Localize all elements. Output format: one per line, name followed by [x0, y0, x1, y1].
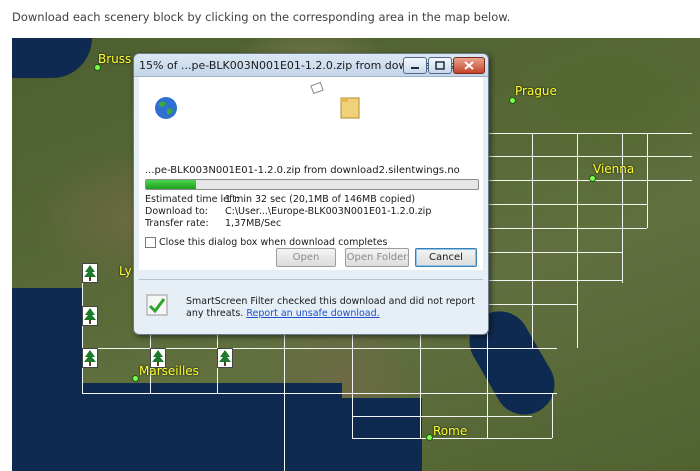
grid-line [487, 133, 692, 134]
grid-line [647, 133, 648, 228]
grid-line [487, 280, 622, 281]
smartscreen-message: SmartScreen Filter checked this download… [186, 296, 476, 320]
grid-line [352, 438, 552, 439]
city-label-vienna: Vienna [593, 162, 635, 176]
tree-icon[interactable] [82, 306, 98, 326]
tree-icon[interactable] [82, 263, 98, 283]
city-dot-marseilles [132, 375, 139, 382]
transfer-rate-value: 1,37MB/Sec [225, 218, 282, 229]
grid-line [487, 156, 692, 157]
city-label-brussels: Bruss [98, 52, 132, 66]
sea-mediterranean [82, 383, 342, 471]
grid-line [577, 133, 578, 348]
grid-line [487, 252, 622, 253]
minimize-button[interactable] [403, 57, 427, 74]
time-left-value: 1 min 32 sec (20,1MB of 146MB copied) [225, 194, 416, 205]
close-icon [464, 61, 474, 70]
transfer-rate-label: Transfer rate: [145, 218, 209, 229]
download-progress-bar [145, 179, 479, 190]
city-dot-vienna [589, 175, 596, 182]
tree-icon[interactable] [150, 348, 166, 368]
globe-icon [155, 97, 177, 119]
sea-north [12, 38, 92, 78]
city-label-marseilles: Marseilles [139, 364, 199, 378]
grid-line [487, 204, 647, 205]
download-file-name: ...pe-BLK003N001E01-1.2.0.zip from downl… [145, 165, 460, 176]
city-label-prague: Prague [515, 84, 557, 98]
download-progress-fill [146, 180, 196, 189]
close-when-done-checkbox[interactable] [145, 237, 156, 248]
maximize-icon [435, 61, 445, 70]
dialog-titlebar[interactable]: 15% of ...pe-BLK003N001E01-1.2.0.zip fro… [134, 54, 488, 77]
city-dot-prague [509, 97, 516, 104]
city-label-lyon: Ly [119, 264, 132, 278]
grid-line [532, 133, 533, 348]
grid-line [420, 333, 421, 438]
grid-line [487, 228, 647, 229]
grid-line [82, 393, 557, 394]
close-when-done-label[interactable]: Close this dialog box when download comp… [159, 237, 387, 248]
download-to-label: Download to: [145, 206, 208, 217]
maximize-button[interactable] [428, 57, 452, 74]
report-unsafe-link[interactable]: Report an unsafe download. [246, 308, 379, 319]
grid-line [352, 333, 353, 438]
tree-icon[interactable] [217, 348, 233, 368]
sea-atlantic [12, 288, 82, 471]
dialog-content: ...pe-BLK003N001E01-1.2.0.zip from downl… [139, 77, 483, 270]
instruction-text: Download each scenery block by clicking … [12, 10, 511, 24]
grid-line [352, 416, 532, 417]
sea-tyrrhenian [312, 398, 422, 471]
folder-icon [340, 97, 360, 119]
download-dialog: 15% of ...pe-BLK003N001E01-1.2.0.zip fro… [133, 53, 489, 335]
open-folder-button[interactable]: Open Folder [345, 248, 409, 267]
grid-line [552, 393, 553, 438]
minimize-icon [411, 67, 419, 69]
paper-flying-icon [310, 81, 324, 95]
smartscreen-shield-icon [146, 294, 168, 316]
close-button[interactable] [453, 57, 485, 74]
tree-icon[interactable] [82, 348, 98, 368]
city-label-rome: Rome [433, 424, 468, 438]
city-dot-rome [426, 434, 433, 441]
grid-line [487, 333, 488, 438]
cancel-button[interactable]: Cancel [415, 248, 477, 267]
download-to-value: C:\User...\Europe-BLK003N001E01-1.2.0.zi… [225, 206, 432, 217]
grid-line [622, 133, 623, 283]
open-button[interactable]: Open [276, 248, 336, 267]
grid-line [284, 333, 285, 471]
dialog-separator [139, 279, 483, 280]
